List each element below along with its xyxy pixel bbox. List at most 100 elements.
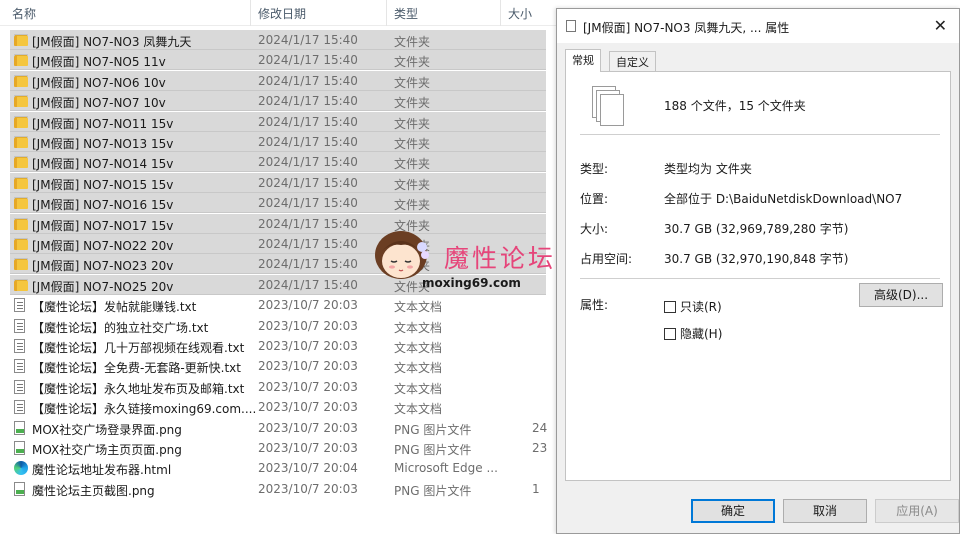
dialog-titlebar[interactable]: [JM假面] NO7-NO3 凤舞九天, ... 属性 ✕ [557, 9, 959, 43]
column-type[interactable]: 类型 [394, 5, 418, 22]
file-type: 文本文档 [394, 361, 443, 376]
column-divider[interactable] [250, 0, 251, 26]
file-row[interactable]: 【魔性论坛】永久链接moxing69.com.... 2023/10/7 20:0… [10, 397, 546, 417]
column-header: ^ 名称 修改日期 类型 大小 [0, 0, 556, 26]
file-date-modified: 2024/1/17 15:40 [258, 73, 358, 88]
ok-button[interactable]: 确定 [691, 499, 775, 523]
file-name: [JM假面] NO7-NO22 20v [32, 239, 174, 253]
folder-icon [14, 74, 28, 88]
file-type: PNG 图片文件 [394, 443, 472, 457]
file-type: 文件夹 [394, 55, 431, 70]
file-size: 24 [532, 420, 548, 435]
file-date-modified: 2024/1/17 15:40 [258, 237, 358, 251]
file-date-modified: 2023/10/7 20:03 [258, 318, 358, 333]
file-date-modified: 2023/10/7 20:03 [258, 379, 358, 394]
folder-icon [14, 53, 28, 67]
size-value: 30.7 GB (32,969,789,280 字节) [664, 222, 849, 236]
file-name: 【魔性论坛】全免费-无套路-更新快.txt [32, 361, 241, 376]
folder-icon [14, 278, 28, 292]
file-row[interactable]: 【魔性论坛】全免费-无套路-更新快.txt 2023/10/7 20:03 文本文档 [10, 356, 546, 376]
file-type: 文本文档 [394, 402, 443, 417]
file-row[interactable]: 魔性论坛地址发布器.html 2023/10/7 20:04 Microsoft E… [10, 458, 546, 478]
cancel-button[interactable]: 取消 [783, 499, 867, 523]
folder-icon [14, 94, 28, 108]
text-file-icon [14, 339, 25, 353]
file-type: 文件夹 [394, 177, 431, 192]
column-date-modified[interactable]: 修改日期 [258, 5, 306, 22]
file-type: PNG 图片文件 [394, 422, 472, 437]
location-value: 全部位于 D:\BaiduNetdiskDownload\NO7 [664, 192, 903, 206]
file-name: MOX社交广场主页页面.png [32, 443, 182, 457]
file-row[interactable]: [JM假面] NO7-NO16 15v 2024/1/17 15:40 文件夹 [10, 193, 546, 214]
column-divider[interactable] [500, 0, 501, 26]
file-type: PNG 图片文件 [394, 483, 472, 498]
apply-button: 应用(A) [875, 499, 959, 523]
file-row[interactable]: [JM假面] NO7-NO7 10v 2024/1/17 15:40 文件夹 [10, 91, 546, 112]
hidden-label: 隐藏(H) [680, 327, 723, 341]
file-date-modified: 2024/1/17 15:40 [258, 175, 358, 190]
file-type: 文件夹 [394, 116, 431, 131]
readonly-label: 只读(R) [680, 300, 722, 314]
readonly-checkbox[interactable]: 只读(R) [664, 298, 722, 315]
file-date-modified: 2024/1/17 15:40 [258, 53, 358, 68]
folder-icon [14, 135, 28, 149]
type-label: 类型: [580, 162, 609, 176]
file-name: 【魔性论坛】几十万部视频在线观看.txt [32, 341, 245, 355]
divider [580, 278, 940, 279]
folder-icon [14, 237, 28, 251]
document-icon [566, 20, 576, 32]
file-name: [JM假面] NO7-NO5 11v [32, 55, 166, 70]
multiple-files-icon [592, 86, 626, 128]
file-row[interactable]: 【魔性论坛】永久地址发布页及邮箱.txt 2023/10/7 20:03 文本文档 [10, 377, 546, 397]
tab-custom[interactable]: 自定义 [609, 51, 656, 71]
file-row[interactable]: [JM假面] NO7-NO15 15v 2024/1/17 15:40 文件夹 [10, 172, 546, 193]
close-icon[interactable]: ✕ [934, 16, 947, 35]
folder-icon [14, 155, 28, 169]
file-date-modified: 2023/10/7 20:03 [258, 420, 358, 435]
column-size[interactable]: 大小 [508, 5, 532, 22]
watermark: 魔性论坛 moxing69.com [372, 225, 556, 295]
tab-general[interactable]: 常规 [565, 49, 601, 72]
file-date-modified: 2023/10/7 20:03 [258, 298, 358, 313]
file-row[interactable]: 【魔性论坛】发帖就能赚钱.txt 2023/10/7 20:03 文本文档 [10, 295, 546, 315]
folder-icon [14, 176, 28, 190]
column-name[interactable]: 名称 [12, 5, 36, 22]
file-name: [JM假面] NO7-NO7 10v [32, 96, 166, 111]
column-divider[interactable] [386, 0, 387, 26]
file-date-modified: 2024/1/17 15:40 [258, 216, 358, 231]
file-date-modified: 2023/10/7 20:03 [258, 441, 358, 455]
file-size: 1 [532, 481, 540, 496]
file-date-modified: 2023/10/7 20:03 [258, 359, 358, 374]
file-name: [JM假面] NO7-NO17 15v [32, 218, 174, 233]
file-row[interactable]: 魔性论坛主页截图.png 2023/10/7 20:03 PNG 图片文件 1 [10, 479, 546, 499]
file-row[interactable]: 【魔性论坛】的独立社交广场.txt 2023/10/7 20:03 文本文档 [10, 316, 546, 336]
file-row[interactable]: [JM假面] NO7-NO5 11v 2024/1/17 15:40 文件夹 [10, 50, 546, 71]
png-file-icon [14, 420, 25, 435]
file-row[interactable]: [JM假面] NO7-NO6 10v 2024/1/17 15:40 文件夹 [10, 70, 546, 91]
sort-ascending-icon: ^ [122, 0, 130, 7]
file-date-modified: 2024/1/17 15:40 [258, 257, 358, 272]
file-row[interactable]: 【魔性论坛】几十万部视频在线观看.txt 2023/10/7 20:03 文本文档 [10, 336, 546, 356]
hidden-checkbox[interactable]: 隐藏(H) [664, 325, 722, 342]
file-name: 【魔性论坛】永久地址发布页及邮箱.txt [32, 381, 245, 396]
file-row[interactable]: [JM假面] NO7-NO13 15v 2024/1/17 15:40 文件夹 [10, 132, 546, 152]
file-name: 【魔性论坛】发帖就能赚钱.txt [32, 300, 197, 315]
text-file-icon [14, 400, 25, 415]
file-date-modified: 2024/1/17 15:40 [258, 277, 358, 292]
file-type: 文本文档 [394, 300, 443, 315]
file-row[interactable]: [JM假面] NO7-NO11 15v 2024/1/17 15:40 文件夹 [10, 111, 546, 132]
file-date-modified: 2023/10/7 20:03 [258, 339, 358, 353]
advanced-button[interactable]: 高级(D)... [859, 283, 943, 307]
checkbox-empty-icon[interactable] [664, 301, 676, 313]
checkbox-empty-icon[interactable] [664, 328, 676, 340]
file-row[interactable]: [JM假面] NO7-NO14 15v 2024/1/17 15:40 文件夹 [10, 152, 546, 173]
folder-icon [14, 115, 28, 129]
file-row[interactable]: MOX社交广场登录界面.png 2023/10/7 20:03 PNG 图片文件 24 [10, 418, 548, 438]
file-type: 文件夹 [394, 198, 431, 213]
file-name: [JM假面] NO7-NO15 15v [32, 177, 174, 192]
size-on-disk-value: 30.7 GB (32,970,190,848 字节) [664, 252, 849, 266]
file-row[interactable]: MOX社交广场主页页面.png 2023/10/7 20:03 PNG 图片文件 23 [10, 438, 547, 458]
file-date-modified: 2023/10/7 20:03 [258, 481, 358, 496]
file-row[interactable]: [JM假面] NO7-NO3 凤舞九天 2024/1/17 15:40 文件夹 [10, 30, 546, 50]
file-name: 【魔性论坛】的独立社交广场.txt [32, 320, 209, 335]
